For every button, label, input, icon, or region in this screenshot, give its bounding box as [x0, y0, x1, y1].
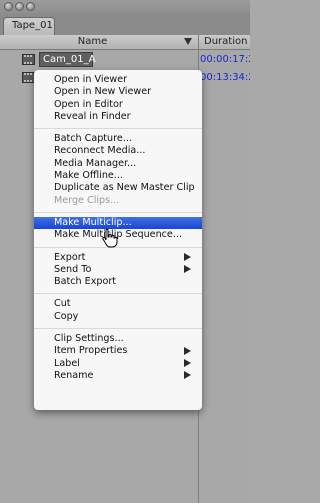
- menu-item-label: Make Offline...: [54, 170, 123, 182]
- menu-item-open-in-viewer[interactable]: Open in Viewer: [34, 74, 202, 86]
- name-column-header[interactable]: Name: [0, 35, 198, 49]
- menu-item-label: Send To: [54, 263, 92, 275]
- duration-cell: 00:13:34:2: [200, 72, 250, 83]
- submenu-arrow-icon: [184, 359, 191, 368]
- menu-item-label[interactable]: Label: [34, 358, 202, 370]
- menu-item-merge-clips: Merge Clips...: [34, 195, 202, 207]
- menu-item-duplicate-as-new-master-clip[interactable]: Duplicate as New Master Clip: [34, 182, 202, 194]
- submenu-arrow-icon: [184, 346, 191, 355]
- menu-item-rename[interactable]: Rename: [34, 370, 202, 382]
- menu-item-reveal-in-finder[interactable]: Reveal in Finder: [34, 111, 202, 123]
- menu-item-label: Rename: [54, 369, 94, 381]
- menu-item-export[interactable]: Export: [34, 252, 202, 264]
- title-bar: [0, 0, 250, 14]
- menu-item-label: Item Properties: [54, 345, 128, 357]
- menu-separator: [34, 128, 202, 130]
- menu-item-label: Clip Settings...: [54, 333, 124, 345]
- menu-item-reconnect-media[interactable]: Reconnect Media...: [34, 145, 202, 157]
- menu-item-clip-settings[interactable]: Clip Settings...: [34, 333, 202, 345]
- menu-item-batch-capture[interactable]: Batch Capture...: [34, 133, 202, 145]
- clip-icon: [22, 54, 35, 65]
- menu-item-batch-export[interactable]: Batch Export: [34, 276, 202, 288]
- pointing-hand-cursor-icon: [102, 228, 118, 248]
- minimize-window-button[interactable]: [15, 2, 24, 11]
- submenu-arrow-icon: [184, 265, 191, 274]
- duration-column-header[interactable]: Duration: [199, 35, 255, 49]
- menu-separator: [34, 328, 202, 330]
- menu-item-label: Reveal in Finder: [54, 110, 131, 122]
- menu-item-label: Batch Capture...: [54, 133, 132, 145]
- table-row[interactable]: Cam_01_A 00:00:17:2: [0, 52, 250, 67]
- tab-bar: Tape_01: [0, 14, 250, 36]
- menu-item-label: Cut: [54, 298, 71, 310]
- menu-item-label: Media Manager...: [54, 157, 137, 169]
- browser-window: Tape_01 Name Duration Cam_01_A 00:00:17:…: [0, 0, 250, 503]
- column-header: Name Duration: [0, 35, 250, 50]
- menu-separator: [34, 293, 202, 295]
- menu-separator: [34, 211, 202, 213]
- menu-item-cut[interactable]: Cut: [34, 298, 202, 310]
- menu-item-label: Open in New Viewer: [54, 86, 152, 98]
- menu-item-open-in-editor[interactable]: Open in Editor: [34, 99, 202, 111]
- name-column-label: Name: [77, 36, 108, 47]
- menu-item-open-in-new-viewer[interactable]: Open in New Viewer: [34, 86, 202, 98]
- menu-item-label: Reconnect Media...: [54, 145, 146, 157]
- menu-item-media-manager[interactable]: Media Manager...: [34, 158, 202, 170]
- tab-tape-01[interactable]: Tape_01: [3, 17, 55, 35]
- menu-item-label: Open in Viewer: [54, 74, 128, 85]
- clip-name-field[interactable]: Cam_01_A: [39, 52, 95, 67]
- menu-item-label: Export: [54, 251, 86, 263]
- sort-descending-icon[interactable]: [184, 38, 192, 45]
- zoom-window-button[interactable]: [26, 2, 35, 11]
- menu-item-label: Duplicate as New Master Clip: [54, 182, 195, 194]
- submenu-arrow-icon: [184, 371, 191, 380]
- menu-item-label: Merge Clips...: [54, 194, 120, 206]
- menu-item-make-offline[interactable]: Make Offline...: [34, 170, 202, 182]
- menu-item-send-to[interactable]: Send To: [34, 264, 202, 276]
- menu-item-label: Make Multiclip...: [54, 216, 132, 228]
- submenu-arrow-icon: [184, 253, 191, 262]
- duration-cell: 00:00:17:2: [200, 54, 250, 65]
- menu-item-label: Open in Editor: [54, 98, 123, 110]
- close-window-button[interactable]: [4, 2, 13, 11]
- menu-item-item-properties[interactable]: Item Properties: [34, 345, 202, 357]
- menu-item-label: Copy: [54, 310, 79, 322]
- menu-item-label: Label: [54, 357, 80, 369]
- menu-item-label: Batch Export: [54, 276, 117, 288]
- menu-item-copy[interactable]: Copy: [34, 311, 202, 323]
